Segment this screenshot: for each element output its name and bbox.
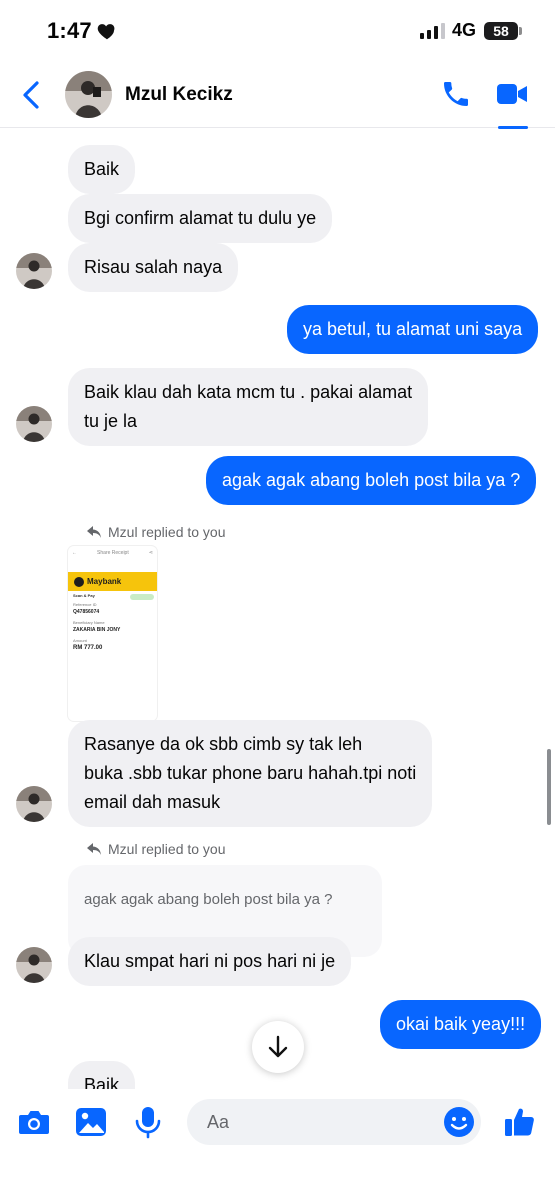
- contact-avatar[interactable]: [65, 71, 112, 118]
- scroll-to-bottom-button[interactable]: [252, 1021, 304, 1073]
- status-chip: [130, 594, 154, 600]
- message-bubble-incoming[interactable]: Baik: [68, 145, 136, 194]
- receipt-value: Q47856074: [73, 609, 100, 615]
- reply-arrow-icon: [87, 526, 101, 538]
- thumbs-up-icon[interactable]: [503, 1105, 537, 1139]
- back-arrow-icon[interactable]: [18, 78, 44, 112]
- status-bar: 1:47 4G 58: [0, 0, 555, 62]
- chat-header: Mzul Kecikz: [0, 62, 555, 129]
- message-bubble-incoming[interactable]: Klau smpat hari ni pos hari ni je: [68, 937, 352, 986]
- reply-indicator: Mzul replied to you: [86, 841, 226, 857]
- message-text: okai baik yeay!!!: [396, 1014, 526, 1034]
- network-type: 4G: [452, 20, 477, 40]
- battery-icon: 58: [484, 22, 518, 40]
- quoted-text: agak agak abang boleh post bila ya ?: [84, 891, 333, 908]
- phone-call-icon[interactable]: [440, 78, 472, 110]
- sender-avatar[interactable]: [16, 947, 52, 983]
- gallery-icon[interactable]: [74, 1105, 108, 1139]
- signal-icon: [420, 23, 445, 39]
- message-thread[interactable]: Baik Bgi confirm alamat tu dulu ye Risau…: [0, 129, 555, 1089]
- receipt-label: Reference ID: [73, 602, 97, 607]
- receipt-amount: RM 777.00: [73, 645, 103, 651]
- contact-name[interactable]: Mzul Kecikz: [125, 84, 233, 106]
- share-icon: ⋖: [148, 550, 153, 556]
- message-text-line: buka .sbb tukar phone baru hahah.tpi not…: [84, 763, 417, 783]
- receipt-label: Beneficiary Name: [73, 620, 105, 625]
- message-bubble-outgoing[interactable]: agak agak abang boleh post bila ya ?: [206, 456, 537, 505]
- message-bubble-incoming[interactable]: Baik: [68, 1061, 136, 1089]
- message-text-line: Rasanye da ok sbb cimb sy tak leh: [84, 734, 363, 754]
- bank-name: Maybank: [87, 577, 122, 586]
- sender-avatar[interactable]: [16, 253, 52, 289]
- scrollbar[interactable]: [547, 749, 551, 825]
- receipt-brand-bar: Maybank: [68, 572, 157, 591]
- message-input-container[interactable]: [187, 1099, 481, 1145]
- sender-avatar[interactable]: [16, 406, 52, 442]
- message-bubble-outgoing[interactable]: ya betul, tu alamat uni saya: [287, 305, 539, 354]
- status-time: 1:47: [47, 18, 92, 43]
- message-text-line: tu je la: [84, 411, 138, 431]
- receipt-header: ← Share Receipt ⋖: [68, 546, 157, 572]
- receipt-label: Amount: [73, 638, 87, 643]
- message-text: agak agak abang boleh post bila ya ?: [222, 470, 521, 490]
- message-bubble-incoming[interactable]: Baik klau dah kata mcm tu . pakai alamat…: [68, 368, 429, 446]
- message-bubble-incoming[interactable]: Rasanye da ok sbb cimb sy tak leh buka .…: [68, 720, 433, 827]
- sender-avatar[interactable]: [16, 786, 52, 822]
- heart-icon: [97, 24, 115, 40]
- message-text-line: Baik klau dah kata mcm tu . pakai alamat: [84, 382, 413, 402]
- maybank-logo-icon: [74, 576, 84, 587]
- receipt-image-attachment[interactable]: ← Share Receipt ⋖ Maybank Scan & Pay Refer…: [68, 546, 157, 721]
- back-arrow-icon: ←: [72, 550, 77, 556]
- message-text: Baik: [84, 159, 120, 179]
- message-input[interactable]: [207, 1099, 437, 1145]
- message-text: Klau smpat hari ni pos hari ni je: [84, 951, 336, 971]
- message-text: Bgi confirm alamat tu dulu ye: [84, 208, 317, 228]
- camera-icon[interactable]: [17, 1105, 51, 1139]
- message-bubble-outgoing[interactable]: okai baik yeay!!!: [380, 1000, 542, 1049]
- video-call-icon[interactable]: [496, 79, 528, 109]
- arrow-down-icon: [268, 1035, 288, 1058]
- receipt-header-text: Share Receipt: [97, 550, 129, 556]
- reply-indicator: Mzul replied to you: [86, 524, 226, 540]
- reply-label-text: Mzul replied to you: [108, 524, 226, 540]
- battery-cap: [519, 27, 522, 35]
- emoji-icon[interactable]: [443, 1106, 475, 1138]
- microphone-icon[interactable]: [131, 1105, 165, 1139]
- message-composer: [0, 1089, 555, 1200]
- battery-level: 58: [493, 23, 509, 39]
- message-bubble-incoming[interactable]: Bgi confirm alamat tu dulu ye: [68, 194, 333, 243]
- reply-arrow-icon: [87, 843, 101, 855]
- message-bubble-incoming[interactable]: Risau salah naya: [68, 243, 239, 292]
- message-text: ya betul, tu alamat uni saya: [303, 319, 523, 339]
- message-text: Risau salah naya: [84, 257, 223, 277]
- message-text-line: email dah masuk: [84, 792, 221, 812]
- reply-label-text: Mzul replied to you: [108, 841, 226, 857]
- message-text: Baik: [84, 1075, 120, 1089]
- receipt-value: ZAKARIA BIN JONY: [73, 627, 121, 633]
